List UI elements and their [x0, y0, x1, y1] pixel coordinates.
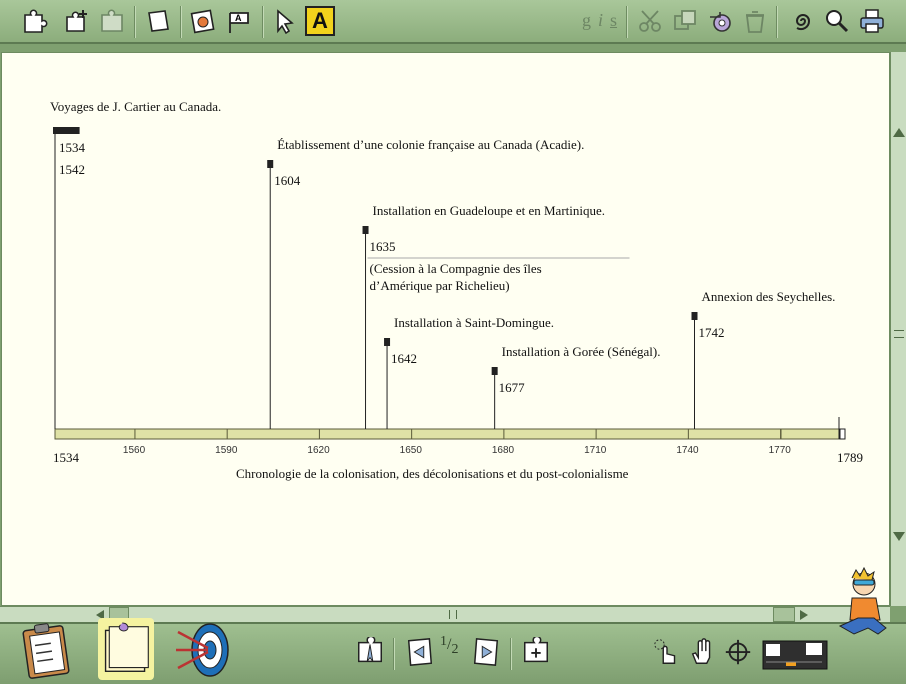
- toolbar-separator: [510, 638, 512, 670]
- underline-icon[interactable]: s: [610, 10, 617, 31]
- event-marker: [384, 338, 391, 346]
- event-label: Établissement d’une colonie française au…: [277, 137, 584, 152]
- event-period-bar: [53, 127, 80, 134]
- bold-icon[interactable]: g: [582, 10, 591, 31]
- picture-icon[interactable]: [188, 6, 218, 36]
- tick-label: 1650: [400, 445, 423, 456]
- tick-label: 1710: [584, 445, 607, 456]
- text-tool-icon[interactable]: A: [305, 6, 335, 36]
- timeline-end-label: 1789: [837, 450, 863, 465]
- event-note: (Cession à la Compagnie des îles: [370, 261, 542, 276]
- event-marker: [267, 160, 274, 168]
- pointer-icon[interactable]: [270, 6, 300, 36]
- hand-pointer-icon[interactable]: [651, 636, 683, 668]
- event-label: Installation à Saint-Domingue.: [394, 315, 554, 330]
- scroll-right-arrow-icon[interactable]: [800, 610, 808, 620]
- bottom-toolbar: 1/2: [0, 566, 906, 684]
- tick-label: 1770: [769, 445, 792, 456]
- timeline: 1560 1590 1620 1650 1680 1710 1740 1770 1534 1789…: [1, 52, 889, 609]
- page-indicator: 1/2: [440, 634, 459, 657]
- add-page-icon[interactable]: [520, 636, 552, 668]
- event-label: Annexion des Seychelles.: [701, 289, 835, 304]
- previous-page-icon[interactable]: [404, 636, 436, 668]
- puzzle-cut-icon[interactable]: [20, 6, 50, 36]
- duplicate-icon[interactable]: [670, 6, 700, 36]
- scissors-icon[interactable]: [635, 6, 665, 36]
- event-year: 1742: [698, 325, 724, 340]
- scroll-grip-icon[interactable]: [449, 610, 457, 619]
- crosshair-icon[interactable]: [722, 636, 754, 668]
- event-marker: [691, 312, 698, 320]
- scroll-thumb-right[interactable]: [773, 607, 795, 622]
- event-year: 1635: [370, 239, 396, 254]
- clipboard-checklist-icon[interactable]: [20, 620, 76, 680]
- timeline-start-label: 1534: [53, 450, 80, 465]
- toolbar-separator: [180, 6, 182, 38]
- toolbar-separator: [262, 6, 264, 38]
- event-label: Voyages de J. Cartier au Canada.: [50, 99, 221, 114]
- scroll-down-arrow-icon[interactable]: [893, 532, 905, 541]
- tape-icon[interactable]: [705, 6, 735, 36]
- event-year-end: 1542: [59, 162, 85, 177]
- next-page-icon[interactable]: [470, 636, 502, 668]
- timeline-svg: 1560 1590 1620 1650 1680 1710 1740 1770 1534 1789…: [50, 99, 863, 481]
- puzzle-add-icon[interactable]: [62, 6, 92, 36]
- trash-icon[interactable]: [740, 6, 770, 36]
- map-pin-icon[interactable]: [354, 636, 386, 668]
- label-flag-icon[interactable]: A: [224, 6, 254, 36]
- toolbar-separator: [134, 6, 136, 38]
- tick-label: 1560: [123, 445, 146, 456]
- toolbar-separator: [393, 638, 395, 670]
- event-year: 1677: [499, 380, 526, 395]
- timeline-caption: Chronologie de la colonisation, des déco…: [236, 466, 629, 481]
- page-total: 2: [451, 642, 459, 657]
- event-year: 1534: [59, 140, 86, 155]
- page-icon[interactable]: [143, 6, 173, 36]
- event-note: d’Amérique par Richelieu): [370, 278, 510, 293]
- scroll-grip-icon[interactable]: [894, 330, 904, 338]
- target-arrows-icon[interactable]: [172, 620, 234, 680]
- event-marker: [362, 226, 369, 234]
- kid-mascot-icon[interactable]: [830, 566, 892, 646]
- toolbar-separator: [776, 6, 778, 38]
- hand-icon[interactable]: [687, 636, 719, 668]
- event-label: Installation à Gorée (Sénégal).: [502, 344, 661, 359]
- tick-label: 1680: [492, 445, 515, 456]
- puzzle-group-icon[interactable]: [98, 6, 128, 36]
- toolbar-separator: [626, 6, 628, 38]
- thumbnail-map-icon[interactable]: [762, 640, 828, 670]
- timeline-axis: [54, 428, 782, 440]
- page-current: 1: [440, 634, 447, 649]
- event-year: 1642: [391, 351, 417, 366]
- svg-text:A: A: [235, 13, 242, 23]
- timeline-end-handle: [839, 428, 846, 440]
- printer-icon[interactable]: [857, 6, 887, 36]
- vertical-scrollbar[interactable]: [890, 52, 906, 606]
- tick-label: 1740: [676, 445, 699, 456]
- notes-pad-icon[interactable]: [98, 618, 154, 680]
- italic-icon[interactable]: i: [598, 10, 603, 31]
- timeline-axis-tail: [780, 428, 840, 440]
- scroll-up-arrow-icon[interactable]: [893, 128, 905, 137]
- magnifier-icon[interactable]: [822, 6, 852, 36]
- event-year: 1604: [274, 173, 301, 188]
- spiral-icon[interactable]: [786, 6, 816, 36]
- tick-label: 1620: [307, 445, 330, 456]
- event-label: Installation en Guadeloupe et en Martini…: [373, 203, 605, 218]
- top-toolbar: A A g i s: [0, 0, 906, 44]
- event-marker: [491, 367, 498, 375]
- tick-label: 1590: [215, 445, 238, 456]
